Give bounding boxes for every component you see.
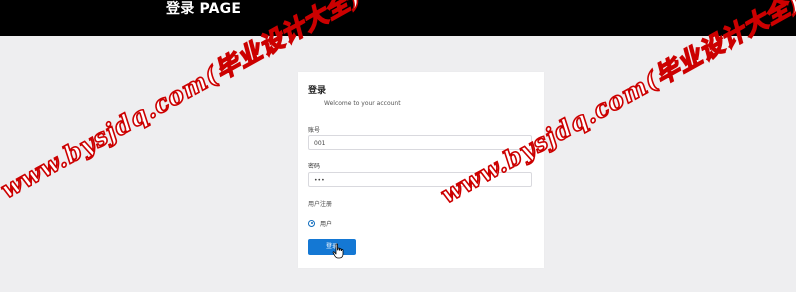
account-label: 账号 <box>308 127 321 134</box>
login-card: 登录 Welcome to your account 账号 001 密码 •••… <box>298 72 544 268</box>
login-card-title: 登录 <box>308 86 327 96</box>
header-bar: 登录 PAGE <box>0 0 796 36</box>
role-radio-label: 用户 <box>320 220 333 228</box>
page-title: 登录 PAGE <box>166 1 242 17</box>
hand-pointer-icon <box>332 243 344 259</box>
password-input[interactable]: ••• <box>308 172 532 187</box>
role-radio-option[interactable]: 用户 <box>308 218 332 228</box>
account-input[interactable]: 001 <box>308 135 532 150</box>
role-radio-button[interactable] <box>308 219 315 227</box>
login-card-subtitle: Welcome to your account <box>324 100 401 107</box>
role-section-label: 用户注册 <box>308 201 333 208</box>
password-label: 密码 <box>308 163 321 170</box>
